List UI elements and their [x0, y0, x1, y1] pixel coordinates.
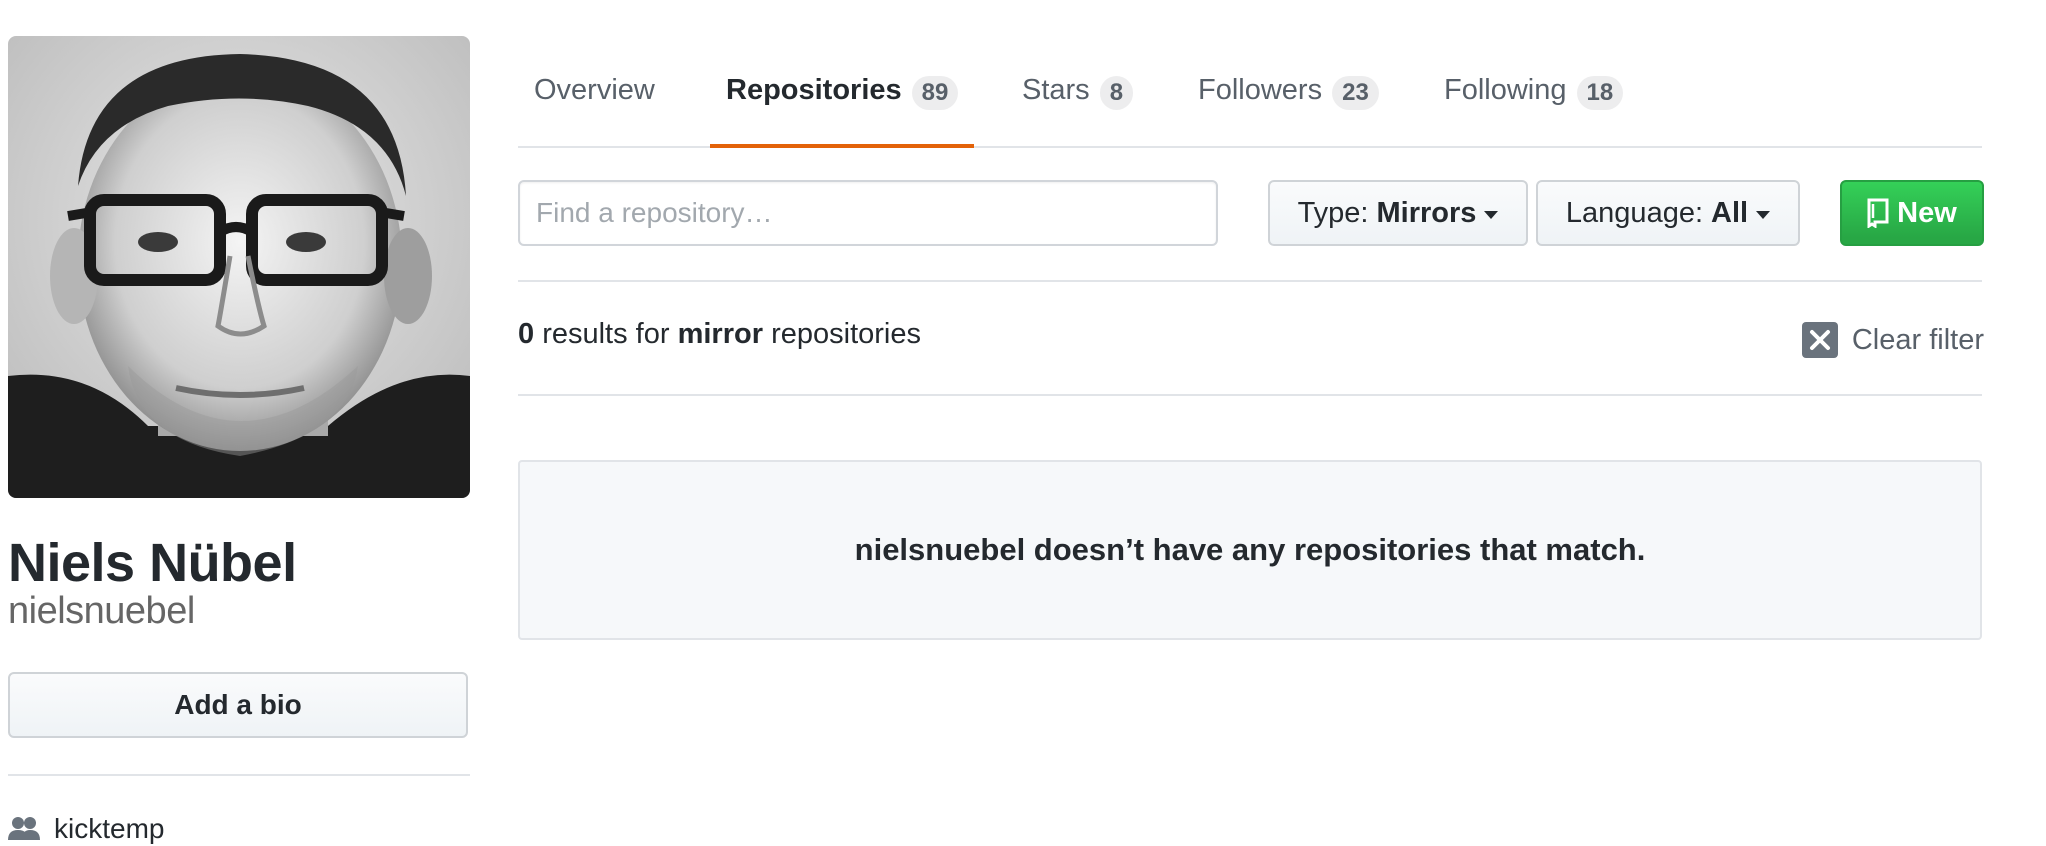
tab-following-count: 18	[1576, 76, 1624, 110]
tab-following-label: Following	[1444, 74, 1567, 106]
organization-name: kicktemp	[54, 813, 165, 844]
chevron-down-icon	[1484, 211, 1499, 219]
language-filter-select[interactable]: Language: All	[1536, 180, 1800, 246]
tab-repositories[interactable]: Repositories 89	[710, 60, 975, 148]
profile-full-name: Niels Nübel	[8, 533, 297, 593]
sidebar-divider	[8, 774, 470, 776]
results-count: 0	[518, 318, 535, 350]
type-filter-value: Mirrors	[1376, 196, 1477, 229]
tab-stars[interactable]: Stars 8	[1022, 60, 1134, 146]
chevron-down-icon	[1756, 211, 1771, 219]
results-filter-word: mirror	[677, 318, 764, 350]
profile-tabs: Overview Repositories 89 Stars 8 Followe…	[518, 60, 1982, 148]
profile-username: nielsnuebel	[8, 590, 195, 632]
repo-icon	[1867, 198, 1889, 228]
clear-filter-button[interactable]: Clear filter	[1801, 322, 1984, 358]
tab-followers-label: Followers	[1198, 74, 1323, 106]
type-filter-select[interactable]: Type: Mirrors	[1268, 180, 1528, 246]
x-icon	[1801, 322, 1838, 358]
type-filter-label: Type:	[1297, 196, 1369, 229]
tab-stars-count: 8	[1099, 76, 1134, 110]
tab-overview[interactable]: Overview	[534, 60, 655, 146]
language-filter-value: All	[1711, 196, 1749, 229]
new-repository-button[interactable]: New	[1840, 180, 1984, 246]
tab-followers[interactable]: Followers 23	[1198, 60, 1379, 146]
tab-repositories-count: 89	[911, 76, 959, 110]
tab-following[interactable]: Following 18	[1444, 60, 1624, 146]
organization-item[interactable]: kicktemp	[8, 812, 164, 846]
people-icon	[8, 817, 40, 840]
empty-state: nielsnuebel doesn’t have any repositorie…	[518, 460, 1982, 640]
avatar-photo	[8, 36, 470, 498]
add-bio-button[interactable]: Add a bio	[8, 672, 468, 738]
tab-overview-label: Overview	[534, 74, 655, 106]
avatar[interactable]	[8, 36, 470, 498]
filter-divider	[518, 280, 1982, 282]
new-button-label: New	[1897, 196, 1957, 229]
tab-repositories-label: Repositories	[726, 74, 902, 106]
tab-followers-count: 23	[1332, 76, 1379, 110]
find-repository-input[interactable]	[518, 180, 1218, 246]
results-divider	[518, 394, 1982, 396]
results-summary: 0 results for mirror repositories	[518, 318, 921, 351]
results-text-after: repositories	[771, 318, 921, 350]
results-text-before: results for	[542, 318, 670, 350]
language-filter-label: Language:	[1565, 196, 1704, 229]
empty-state-message: nielsnuebel doesn’t have any repositorie…	[854, 532, 1646, 567]
clear-filter-label: Clear filter	[1851, 323, 1984, 356]
tab-stars-label: Stars	[1022, 74, 1090, 106]
